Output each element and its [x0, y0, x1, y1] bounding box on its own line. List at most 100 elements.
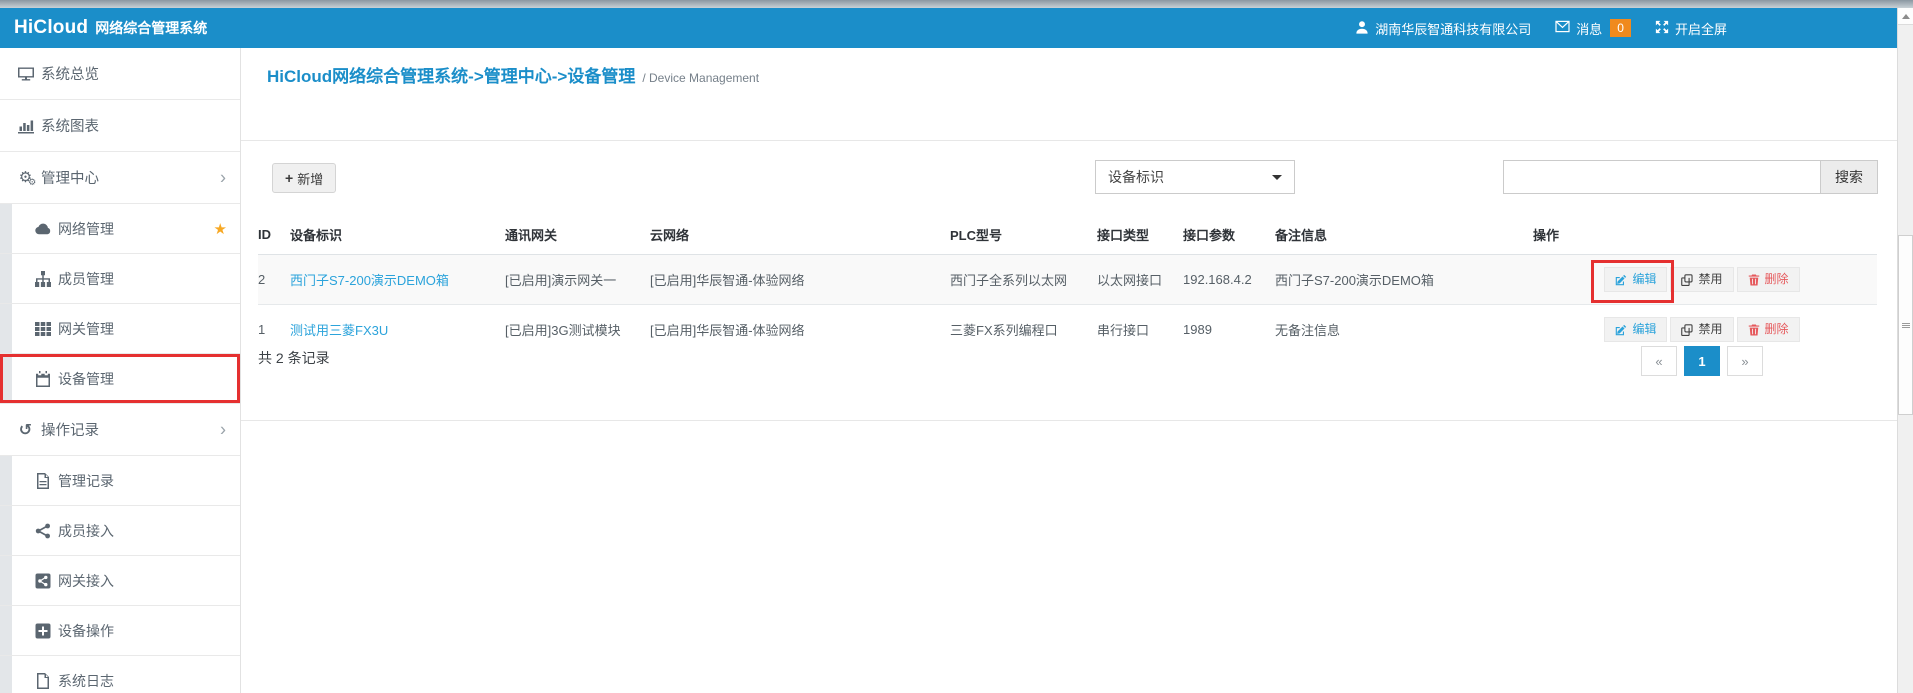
trash-icon	[1748, 274, 1760, 286]
sidebar-item-label: 网络管理	[58, 219, 114, 239]
filter-field-select[interactable]: 设备标识	[1095, 160, 1295, 194]
cell-plc: 西门子全系列以太网	[950, 255, 1097, 305]
sidebar-item-label: 成员管理	[58, 269, 114, 289]
device-link[interactable]: 测试用三菱FX3U	[290, 323, 388, 338]
scrollbar[interactable]	[1897, 8, 1913, 693]
sidebar-item-network-management[interactable]: 网络管理 ★	[0, 204, 240, 254]
column-header-id: ID	[258, 215, 290, 255]
sidebar-item-device-operations[interactable]: 设备操作	[0, 606, 240, 656]
page-title: HiCloud网络综合管理系统->管理中心->设备管理	[267, 62, 635, 87]
cell-gateway: [已启用]3G测试模块	[505, 305, 650, 355]
pagination-next-button[interactable]: »	[1727, 346, 1763, 376]
content-shell: 系统总览 系统图表 ⚙⚙ 管理中心 › 网络管理 ★	[0, 48, 1897, 693]
cell-iface-type: 以太网接口	[1097, 255, 1183, 305]
edit-button[interactable]: 编辑	[1604, 317, 1667, 342]
calendar-icon	[34, 370, 51, 387]
sidebar-item-system-logs[interactable]: 系统日志	[0, 656, 240, 693]
device-link[interactable]: 西门子S7-200演示DEMO箱	[290, 273, 449, 288]
star-icon[interactable]: ★	[214, 220, 227, 238]
cell-id: 2	[258, 255, 290, 305]
sidebar-item-label: 操作记录	[41, 419, 99, 440]
page-subtitle: / Device Management	[642, 71, 759, 85]
column-header-gateway: 通讯网关	[505, 215, 650, 255]
clone-icon	[1681, 324, 1693, 336]
sidebar-item-member-access[interactable]: 成员接入	[0, 506, 240, 556]
window-top-edge	[0, 0, 1913, 8]
search-button[interactable]: 搜索	[1820, 160, 1878, 194]
scrollbar-up-arrow[interactable]	[1898, 8, 1913, 25]
column-header-iface-param: 接口参数	[1183, 215, 1275, 255]
sidebar-item-label: 管理记录	[58, 471, 114, 491]
sidebar-item-label: 设备管理	[58, 369, 114, 389]
filter-selected-value: 设备标识	[1108, 167, 1164, 187]
sidebar-item-system-overview[interactable]: 系统总览	[0, 48, 240, 100]
cell-gateway: [已启用]演示网关一	[505, 255, 650, 305]
sidebar-item-label: 网关接入	[58, 571, 114, 591]
cloud-icon	[34, 220, 51, 237]
messages-button[interactable]: 消息 0	[1555, 19, 1631, 38]
row-actions: 编辑 禁用 删除	[1533, 317, 1871, 342]
sidebar-item-label: 系统日志	[58, 671, 114, 691]
row-actions: 编辑 禁用 删除	[1533, 267, 1871, 292]
cell-remark: 西门子S7-200演示DEMO箱	[1275, 255, 1533, 305]
column-header-remark: 备注信息	[1275, 215, 1533, 255]
column-header-actions: 操作	[1533, 215, 1877, 255]
scrollbar-thumb[interactable]	[1898, 235, 1913, 415]
column-header-cloud: 云网络	[650, 215, 950, 255]
company-account[interactable]: 湖南华辰智通科技有限公司	[1355, 19, 1531, 38]
share-square-icon	[34, 572, 51, 589]
delete-button[interactable]: 删除	[1737, 267, 1800, 292]
cell-id: 1	[258, 305, 290, 355]
bar-chart-icon	[17, 117, 34, 134]
sidebar-item-management-records[interactable]: 管理记录	[0, 456, 240, 506]
desktop-icon	[17, 65, 34, 82]
cell-iface-param: 192.168.4.2	[1183, 255, 1275, 305]
messages-count-badge: 0	[1610, 19, 1631, 37]
pencil-icon	[1615, 324, 1627, 336]
disable-button[interactable]: 禁用	[1670, 317, 1733, 342]
application-window: HiCloud 网络综合管理系统 湖南华辰智通科技有限公司 消息 0	[0, 8, 1897, 693]
disable-button-label: 禁用	[1698, 323, 1722, 336]
sidebar-item-gateway-management[interactable]: 网关管理	[0, 304, 240, 354]
sidebar-menu: 系统总览 系统图表 ⚙⚙ 管理中心 › 网络管理 ★	[0, 48, 241, 693]
brand-name: HiCloud	[14, 17, 88, 39]
gears-icon: ⚙⚙	[17, 169, 34, 186]
sidebar-item-operation-records[interactable]: ↺ 操作记录 ›	[0, 404, 240, 456]
edit-button-label: 编辑	[1632, 273, 1656, 286]
disable-button[interactable]: 禁用	[1670, 267, 1733, 292]
column-header-plc: PLC型号	[950, 215, 1097, 255]
sidebar-item-label: 设备操作	[58, 621, 114, 641]
delete-button-label: 删除	[1765, 323, 1789, 336]
fullscreen-button[interactable]: 开启全屏	[1655, 19, 1727, 38]
file-text-icon	[34, 472, 51, 489]
pagination-page-1[interactable]: 1	[1684, 346, 1720, 376]
chevron-right-icon: ›	[220, 420, 226, 438]
sidebar-item-member-management[interactable]: 成员管理	[0, 254, 240, 304]
pagination-prev-button[interactable]: «	[1641, 346, 1677, 376]
top-navbar: HiCloud 网络综合管理系统 湖南华辰智通科技有限公司 消息 0	[0, 8, 1897, 48]
add-button-label: 新增	[297, 169, 323, 188]
add-device-button[interactable]: + 新增	[272, 163, 336, 193]
sidebar-item-label: 系统图表	[41, 115, 99, 136]
chevron-right-icon: ›	[220, 168, 226, 186]
share-icon	[34, 522, 51, 539]
column-header-iface-type: 接口类型	[1097, 215, 1183, 255]
delete-button[interactable]: 删除	[1737, 317, 1800, 342]
breadcrumb: HiCloud网络综合管理系统->管理中心->设备管理 / Device Man…	[267, 62, 759, 87]
file-icon	[34, 672, 51, 689]
sidebar-item-label: 成员接入	[58, 521, 114, 541]
sidebar-item-management-center[interactable]: ⚙⚙ 管理中心 ›	[0, 152, 240, 204]
divider	[241, 140, 1897, 141]
sidebar-item-system-charts[interactable]: 系统图表	[0, 100, 240, 152]
sidebar-item-device-management[interactable]: 设备管理	[0, 354, 240, 404]
sidebar-item-gateway-access[interactable]: 网关接入	[0, 556, 240, 606]
brand-suffix: 网络综合管理系统	[95, 18, 207, 38]
search-input[interactable]	[1503, 160, 1820, 194]
cell-iface-type: 串行接口	[1097, 305, 1183, 355]
search-bar: 搜索	[1503, 160, 1878, 194]
table-header-row: ID 设备标识 通讯网关 云网络 PLC型号 接口类型 接口参数 备注信息 操作	[258, 215, 1877, 255]
cell-cloud: [已启用]华辰智通-体验网络	[650, 255, 950, 305]
edit-button[interactable]: 编辑	[1604, 267, 1667, 292]
grid-icon	[34, 320, 51, 337]
delete-button-label: 删除	[1765, 273, 1789, 286]
